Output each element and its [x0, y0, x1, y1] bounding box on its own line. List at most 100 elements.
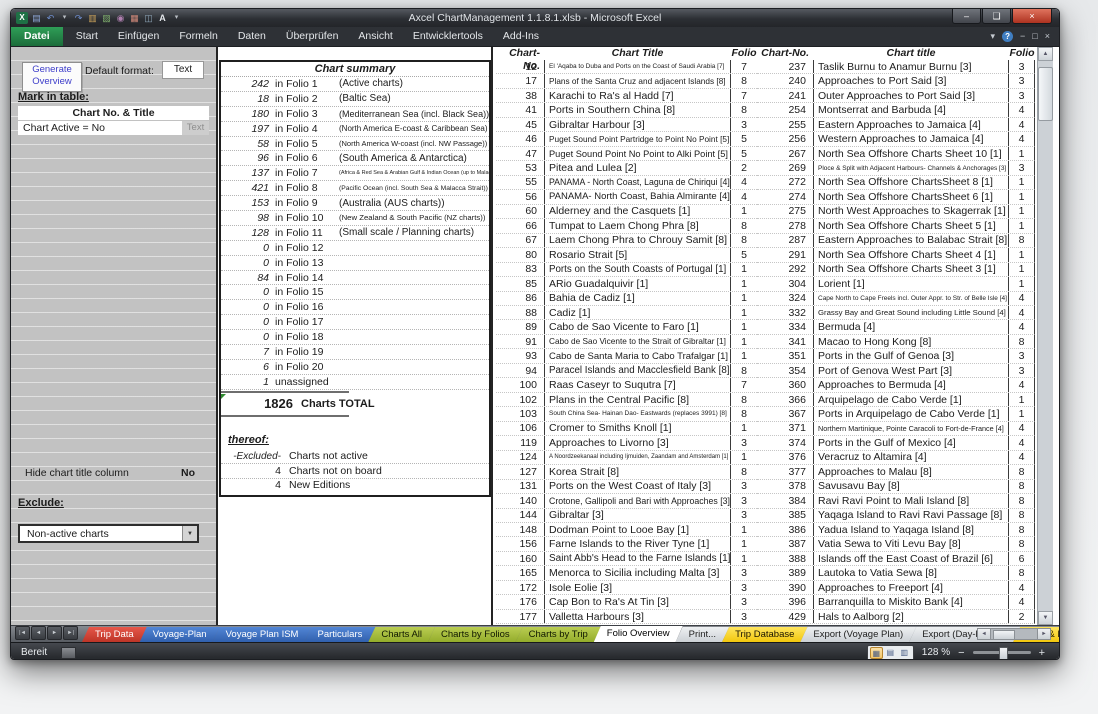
- folio-cell[interactable]: 4: [1009, 379, 1034, 391]
- chart-number-cell[interactable]: 12: [496, 61, 544, 73]
- chart-number-cell[interactable]: 46: [496, 133, 544, 145]
- folio-cell[interactable]: 8: [1009, 466, 1034, 478]
- chart-row[interactable]: 66 Tumpat to Laem Chong Phra [8] 8: [496, 219, 757, 233]
- chart-row[interactable]: 385 Yaqaga Island to Ravi Ravi Passage […: [757, 509, 1035, 523]
- chart-number-cell[interactable]: 172: [496, 582, 544, 594]
- chart-title-cell[interactable]: Dodman Point to Looe Bay [1]: [544, 523, 731, 536]
- save-icon[interactable]: ▤: [31, 12, 42, 24]
- chart-row[interactable]: 390 Approaches to Freeport [4] 4: [757, 581, 1035, 595]
- chart-number-cell[interactable]: 127: [496, 466, 544, 478]
- ribbon-tab-ueberpruefen[interactable]: Überprüfen: [276, 27, 349, 46]
- chart-number-cell[interactable]: 80: [496, 249, 544, 261]
- tab-export-voyage-plan[interactable]: Export (Voyage Plan): [800, 627, 916, 642]
- ribbon-tab-addins[interactable]: Add-Ins: [493, 27, 549, 46]
- chart-number-cell[interactable]: 304: [757, 278, 813, 290]
- chart-row[interactable]: 255 Eastern Approaches to Jamaica [4] 4: [757, 118, 1035, 132]
- folio-cell[interactable]: 4: [1009, 437, 1034, 449]
- chart-title-cell[interactable]: PANAMA- North Coast, Bahia Almirante [4]: [544, 190, 731, 203]
- folio-cell[interactable]: 8: [1009, 234, 1034, 246]
- chart-title-cell[interactable]: Karachi to Ra's al Hadd [7]: [544, 89, 731, 102]
- folio-cell[interactable]: 1: [731, 278, 757, 290]
- chart-row[interactable]: 396 Barranquilla to Miskito Bank [4] 4: [757, 595, 1035, 609]
- normal-view-button[interactable]: ▦: [870, 647, 883, 659]
- chart-number-cell[interactable]: 274: [757, 191, 813, 203]
- chart-number-cell[interactable]: 88: [496, 307, 544, 319]
- chart-row[interactable]: 332 Grassy Bay and Great Sound including…: [757, 306, 1035, 320]
- folio-cell[interactable]: 8: [1009, 480, 1034, 492]
- chart-row[interactable]: 304 Lorient [1] 1: [757, 277, 1035, 291]
- folio-cell[interactable]: 1: [731, 553, 757, 565]
- chart-number-cell[interactable]: 237: [757, 61, 813, 73]
- chart-title-cell[interactable]: Tumpat to Laem Chong Phra [8]: [544, 219, 731, 232]
- chart-row[interactable]: 371 Northern Martinique, Pointe Caracoli…: [757, 422, 1035, 436]
- chart-number-cell[interactable]: 45: [496, 119, 544, 131]
- chart-title-cell[interactable]: North Sea Offshore Charts Sheet 4 [1]: [813, 248, 1009, 261]
- tab-voyage-plan[interactable]: Voyage-Plan: [140, 627, 220, 642]
- chart-number-cell[interactable]: 177: [496, 611, 544, 623]
- chart-row[interactable]: 237 Taslik Burnu to Anamur Burnu [3] 3: [757, 60, 1035, 74]
- chart-number-cell[interactable]: 351: [757, 350, 813, 362]
- chart-number-cell[interactable]: 341: [757, 336, 813, 348]
- chart-number-cell[interactable]: 86: [496, 292, 544, 304]
- chart-number-cell[interactable]: 366: [757, 394, 813, 406]
- chart-number-cell[interactable]: 396: [757, 596, 813, 608]
- folio-cell[interactable]: 8: [731, 365, 757, 377]
- chart-row[interactable]: 55 PANAMA - North Coast, Laguna de Chiri…: [496, 176, 757, 190]
- summary-row[interactable]: 197 in Folio 4 (North America E-coast & …: [221, 122, 489, 137]
- tab-particulars[interactable]: Particulars: [304, 627, 375, 642]
- chart-title-cell[interactable]: Approaches to Malau [8]: [813, 465, 1009, 478]
- folio-cell[interactable]: 6: [1009, 553, 1034, 565]
- chart-row[interactable]: 374 Ports in the Gulf of Mexico [4] 4: [757, 436, 1035, 450]
- chart-row[interactable]: 46 Puget Sound Point Partridge to Point …: [496, 132, 757, 146]
- folio-cell[interactable]: 7: [731, 90, 757, 102]
- chart-row[interactable]: 376 Veracruz to Altamira [4] 4: [757, 451, 1035, 465]
- chart-number-cell[interactable]: 371: [757, 422, 813, 434]
- chart-number-cell[interactable]: 91: [496, 336, 544, 348]
- chart-title-cell[interactable]: Cabo de Sao Vicente to the Strait of Gib…: [544, 335, 731, 348]
- chart-number-cell[interactable]: 384: [757, 495, 813, 507]
- summary-row[interactable]: 0 in Folio 17: [221, 315, 489, 330]
- chart-number-cell[interactable]: 47: [496, 148, 544, 160]
- chart-title-cell[interactable]: Islands off the East Coast of Brazil [6]: [813, 552, 1009, 565]
- chart-row[interactable]: 100 Raas Caseyr to Suqutra [7] 7: [496, 378, 757, 392]
- folio-cell[interactable]: 3: [1009, 90, 1034, 102]
- breakdown-row[interactable]: 4 New Editions: [221, 479, 489, 493]
- folio-cell[interactable]: 5: [731, 249, 757, 261]
- chart-row[interactable]: 60 Alderney and the Casquets [1] 1: [496, 205, 757, 219]
- chart-number-cell[interactable]: 334: [757, 321, 813, 333]
- chart-number-cell[interactable]: 38: [496, 90, 544, 102]
- summary-row[interactable]: 7 in Folio 19: [221, 345, 489, 360]
- chart-title-cell[interactable]: Paracel Islands and Macclesfield Bank [8…: [544, 364, 731, 377]
- chart-title-cell[interactable]: Ports in Southern China [8]: [544, 103, 731, 116]
- folio-cell[interactable]: 1: [1009, 205, 1034, 217]
- chart-title-cell[interactable]: North Sea Offshore Charts Sheet 3 [1]: [813, 263, 1009, 276]
- folio-cell[interactable]: 4: [1009, 422, 1034, 434]
- macro-record-icon[interactable]: [61, 647, 76, 659]
- folio-cell[interactable]: 8: [1009, 509, 1034, 521]
- chart-row[interactable]: 366 Arquipelago de Cabo Verde [1] 1: [757, 393, 1035, 407]
- chart-number-cell[interactable]: 160: [496, 553, 544, 565]
- summary-row[interactable]: 1 unassigned: [221, 375, 489, 390]
- chart-title-cell[interactable]: Bahia de Cadiz [1]: [544, 292, 731, 305]
- chevron-down-icon[interactable]: ▼: [182, 526, 197, 541]
- chart-title-cell[interactable]: Ravi Ravi Point to Mali Island [8]: [813, 494, 1009, 507]
- chart-number-cell[interactable]: 354: [757, 365, 813, 377]
- column-header-chart-no-left[interactable]: Chart-No.: [496, 47, 540, 60]
- chart-row[interactable]: 272 North Sea Offshore ChartsSheet 8 [1]…: [757, 176, 1035, 190]
- column-header-chart-title-right[interactable]: Chart title: [813, 47, 1009, 60]
- folio-cell[interactable]: 5: [731, 133, 757, 145]
- folio-cell[interactable]: 8: [731, 234, 757, 246]
- folio-cell[interactable]: 1: [1009, 148, 1034, 160]
- chart-row[interactable]: 351 Ports in the Gulf of Genoa [3] 3: [757, 349, 1035, 363]
- folio-cell[interactable]: 8: [731, 394, 757, 406]
- chart-row[interactable]: 387 Vatia Sewa to Viti Levu Bay [8] 8: [757, 537, 1035, 551]
- folio-cell[interactable]: 8: [731, 104, 757, 116]
- restore-button[interactable]: ❑: [982, 9, 1011, 24]
- folio-cell[interactable]: 4: [1009, 119, 1034, 131]
- chart-title-cell[interactable]: A Noordzeekanaal including Ijmuiden, Zaa…: [544, 451, 731, 464]
- chart-number-cell[interactable]: 17: [496, 75, 544, 87]
- folio-cell[interactable]: 2: [1009, 611, 1034, 623]
- chart-row[interactable]: 156 Farne Islands to the River Tyne [1] …: [496, 537, 757, 551]
- folio-cell[interactable]: 5: [731, 148, 757, 160]
- folio-cell[interactable]: 1: [1009, 278, 1034, 290]
